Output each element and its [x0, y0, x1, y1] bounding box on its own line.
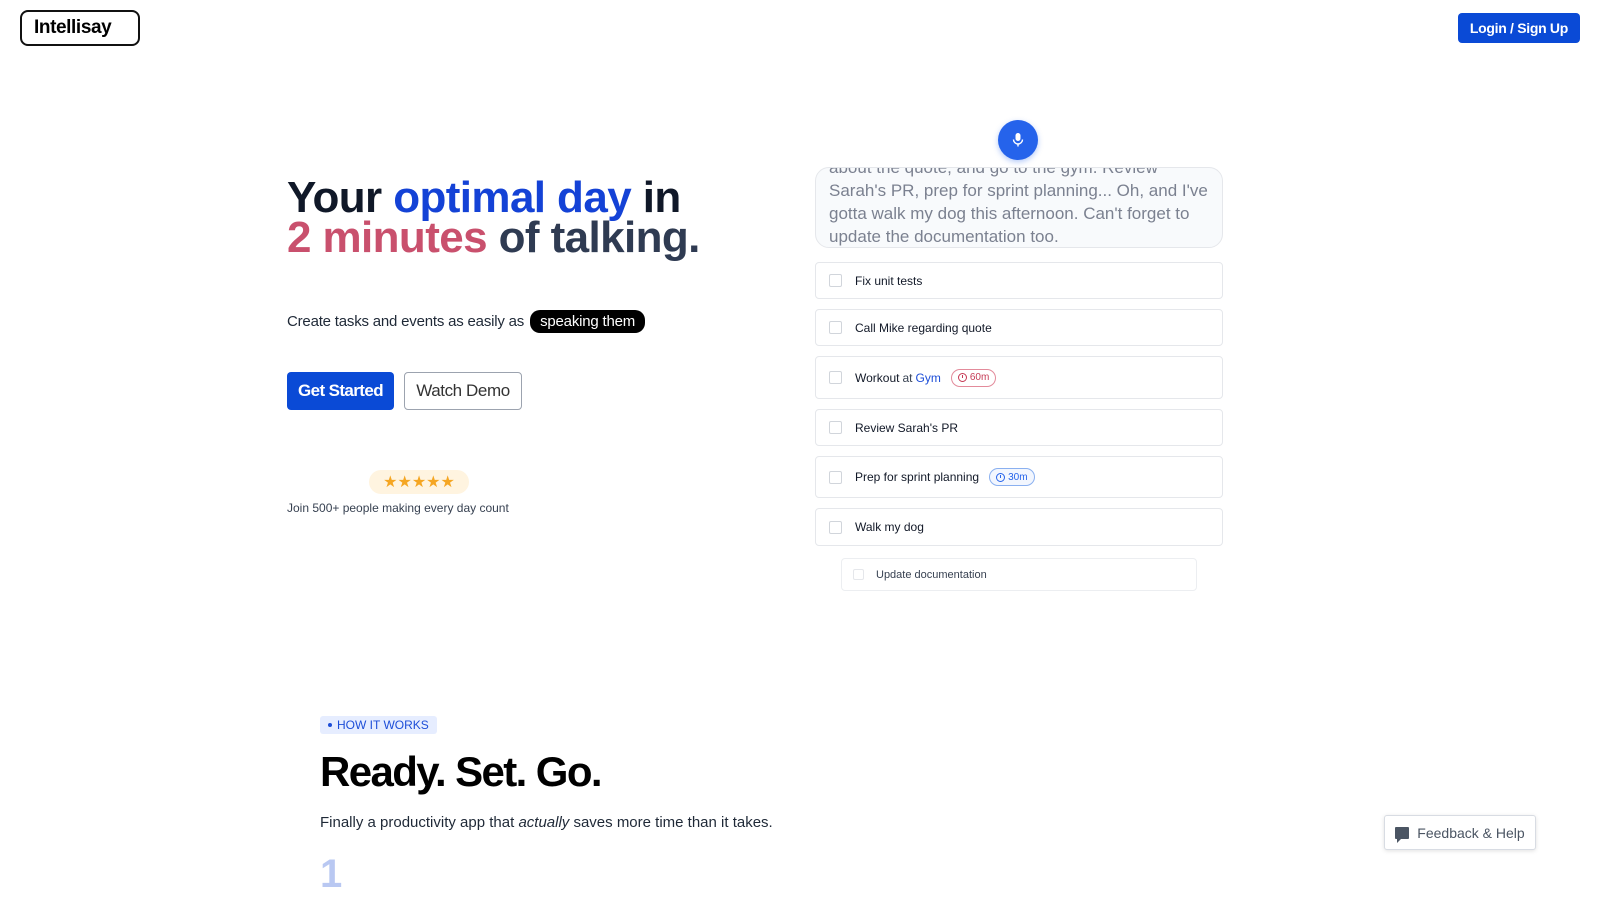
- hero-headline: Your optimal day in 2 minutes of talking…: [287, 176, 700, 260]
- tag-dot-icon: [328, 723, 332, 727]
- subtitle-emphasis: actually: [518, 814, 570, 831]
- speaking-them-pill: speaking them: [530, 310, 646, 333]
- task-location: Gym: [915, 370, 941, 385]
- task-item[interactable]: Review Sarah's PR: [815, 409, 1223, 446]
- microphone-icon: [1012, 133, 1024, 147]
- subtitle-before: Finally a productivity app that: [320, 814, 519, 831]
- transcript-box: about the quote, and go to the gym. Revi…: [815, 167, 1223, 248]
- task-checkbox[interactable]: [829, 520, 842, 534]
- star-icons: ★★★★★: [383, 474, 455, 491]
- clock-icon: [996, 472, 1006, 482]
- clock-icon: [957, 373, 967, 382]
- microphone-button[interactable]: [998, 120, 1038, 160]
- section-subtitle: Finally a productivity app that actually…: [320, 814, 773, 831]
- task-title: Update documentation: [876, 568, 987, 581]
- subline-text: Create tasks and events as easily as: [287, 313, 525, 330]
- duration-text: 60m: [969, 372, 990, 383]
- hero-subline: Create tasks and events as easily as spe…: [287, 310, 646, 333]
- task-title: Walk my dog: [855, 520, 924, 534]
- step-number: 1: [320, 852, 343, 896]
- transcript-text: about the quote, and go to the gym. Revi…: [829, 167, 1208, 246]
- feedback-help-button[interactable]: Feedback & Help: [1384, 815, 1536, 850]
- task-at-label: at: [902, 370, 913, 385]
- task-item[interactable]: Call Mike regarding quote: [815, 309, 1223, 346]
- task-item[interactable]: Update documentation: [841, 558, 1197, 591]
- task-checkbox[interactable]: [829, 371, 842, 384]
- rating-stars: ★★★★★: [369, 470, 469, 494]
- section-title: Ready. Set. Go.: [320, 748, 603, 795]
- headline-of-talking: of talking.: [487, 213, 701, 262]
- task-checkbox[interactable]: [829, 274, 842, 287]
- get-started-button[interactable]: Get Started: [287, 372, 394, 410]
- watch-demo-button[interactable]: Watch Demo: [404, 372, 522, 410]
- login-signup-button[interactable]: Login / Sign Up: [1457, 13, 1580, 43]
- logo[interactable]: Intellisay: [20, 10, 140, 46]
- headline-two-minutes: 2 minutes: [287, 213, 488, 262]
- duration-text: 30m: [1008, 471, 1028, 483]
- task-title: Fix unit tests: [855, 273, 923, 288]
- task-title: Review Sarah's PR: [855, 420, 958, 435]
- task-item[interactable]: Prep for sprint planning 30m: [815, 456, 1223, 498]
- task-checkbox[interactable]: [829, 470, 842, 484]
- task-checkbox[interactable]: [829, 321, 842, 334]
- duration-badge: 60m: [950, 368, 997, 387]
- task-checkbox[interactable]: [853, 569, 864, 580]
- social-proof-text: Join 500+ people making every day count: [287, 501, 509, 515]
- task-checkbox[interactable]: [829, 421, 842, 434]
- logo-text: Intellisay: [34, 17, 112, 38]
- subtitle-after: saves more time than it takes.: [569, 814, 773, 831]
- duration-badge: 30m: [989, 468, 1035, 486]
- feedback-label: Feedback & Help: [1417, 824, 1525, 841]
- how-it-works-tag: HOW IT WORKS: [320, 716, 437, 734]
- how-it-works-label: HOW IT WORKS: [337, 718, 429, 732]
- task-item[interactable]: Fix unit tests: [815, 262, 1223, 299]
- task-item[interactable]: Walk my dog: [815, 508, 1223, 546]
- task-title: Call Mike regarding quote: [855, 320, 992, 335]
- chat-bubble-icon: [1395, 826, 1410, 843]
- task-title: Workout: [855, 370, 900, 385]
- task-item[interactable]: Workout at Gym 60m: [815, 356, 1223, 399]
- task-title: Prep for sprint planning: [855, 470, 980, 484]
